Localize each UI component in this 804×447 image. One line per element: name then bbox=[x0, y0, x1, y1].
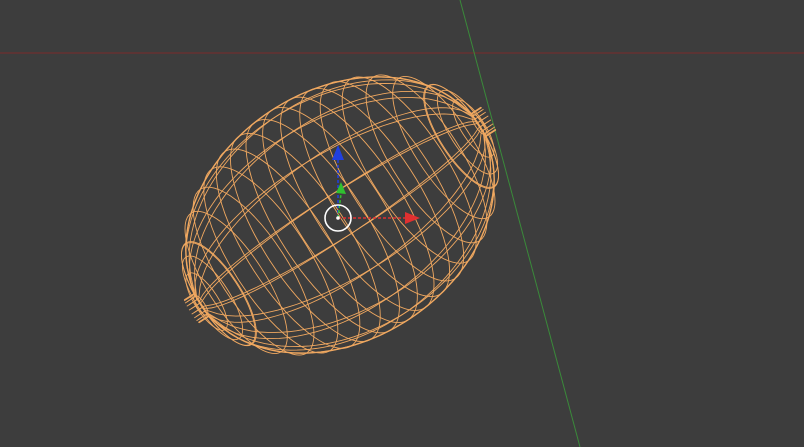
lemon-ring-edge bbox=[341, 76, 477, 264]
world-y-axis-line bbox=[459, 0, 581, 447]
lemon-meridian-edge bbox=[196, 127, 494, 340]
gizmo-x-arrow-icon[interactable] bbox=[405, 212, 420, 224]
lemon-meridian-edge bbox=[188, 107, 486, 306]
lemon-meridian-edge bbox=[198, 129, 497, 354]
lemon-meridian-edge bbox=[197, 129, 496, 351]
lemon-meridian-edge bbox=[198, 128, 497, 348]
lemon-meridian-edge bbox=[194, 124, 492, 323]
lemon-silhouette-edge bbox=[185, 76, 495, 354]
lemon-meridian-edge bbox=[191, 115, 489, 310]
object-origin-dot bbox=[336, 216, 340, 220]
lemon-wireframe-mesh[interactable] bbox=[122, 13, 557, 417]
viewport-canvas[interactable] bbox=[0, 0, 804, 447]
3d-viewport[interactable] bbox=[0, 0, 804, 447]
lemon-meridian-edge bbox=[191, 120, 489, 315]
lemon-meridian-edge bbox=[184, 79, 483, 301]
lemon-tip-ring-edge bbox=[182, 255, 244, 341]
lemon-meridian-edge bbox=[186, 90, 484, 303]
lemon-meridian-edge bbox=[183, 82, 482, 302]
transform-gizmo[interactable] bbox=[324, 145, 420, 232]
lemon-meridian-edge bbox=[183, 76, 482, 301]
